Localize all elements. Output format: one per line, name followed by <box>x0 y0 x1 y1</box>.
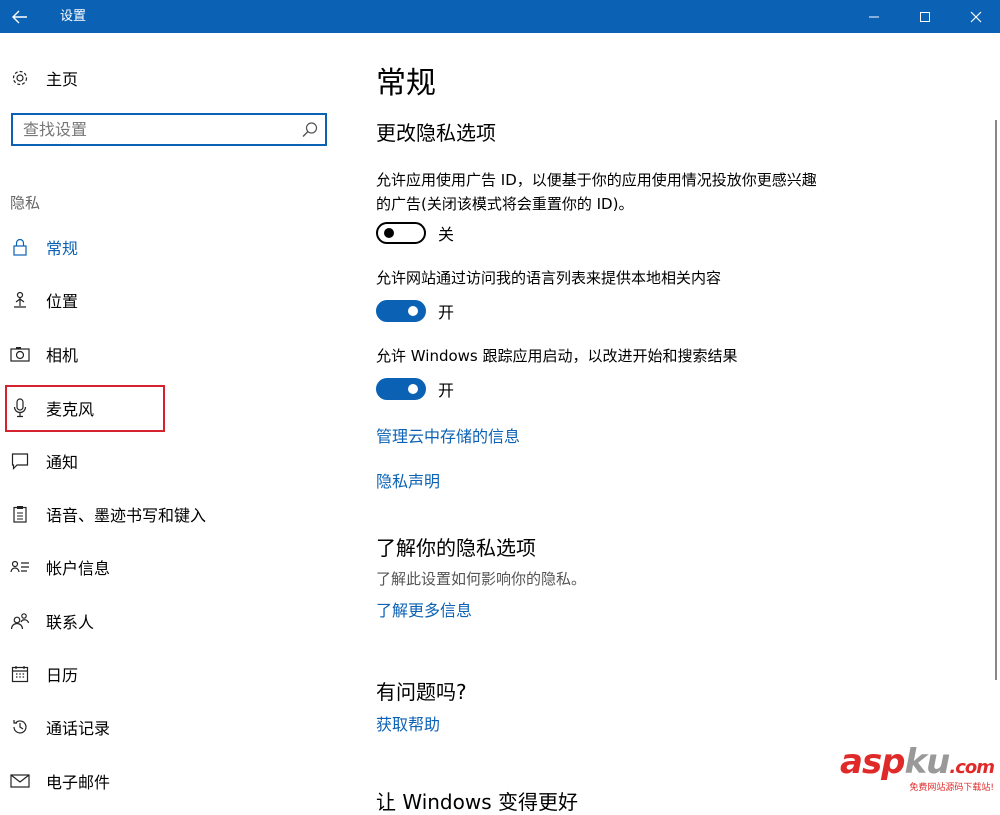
sidebar-item-contacts[interactable]: 联系人 <box>10 605 94 637</box>
watermark-subtext: 免费网站源码下载站! <box>909 783 994 793</box>
sidebar-item-camera[interactable]: 相机 <box>10 338 78 370</box>
maximize-button[interactable] <box>902 0 948 33</box>
manage-cloud-info-link[interactable]: 管理云中存储的信息 <box>376 423 520 447</box>
sidebar-item-label: 位置 <box>46 292 79 311</box>
learn-more-link[interactable]: 了解更多信息 <box>376 597 472 621</box>
language-list-toggle[interactable] <box>376 300 426 322</box>
sidebar-item-call-history[interactable]: 通话记录 <box>10 711 110 743</box>
sidebar-item-email[interactable]: 电子邮件 <box>10 765 110 797</box>
sidebar-item-label: 电子邮件 <box>46 773 111 792</box>
sidebar-item-general[interactable]: 常规 <box>10 231 78 263</box>
gear-icon <box>10 68 30 88</box>
know-privacy-text: 了解此设置如何影响你的隐私。 <box>376 570 587 588</box>
clipboard-icon <box>10 504 30 524</box>
sidebar-item-label: 相机 <box>46 346 79 365</box>
sidebar-item-notifications[interactable]: 通知 <box>10 445 78 477</box>
account-info-icon <box>10 557 30 577</box>
sidebar-item-label: 通话记录 <box>46 719 111 738</box>
section-heading-feedback-partial: 让 Windows 变得更好 <box>376 790 578 814</box>
setting-description-advertising-id: 允许应用使用广告 ID，以便基于你的应用使用情况投放你更感兴趣 的广告(关闭该模… <box>376 171 817 213</box>
setting-description-language-list: 允许网站通过访问我的语言列表来提供本地相关内容 <box>376 269 722 287</box>
section-heading-privacy-options: 更改隐私选项 <box>376 121 496 145</box>
page-title: 常规 <box>376 66 436 101</box>
scrollbar-thumb[interactable] <box>995 120 997 680</box>
search-icon[interactable] <box>301 121 319 139</box>
toggle-row-language-list: 开 <box>376 299 454 323</box>
back-arrow-icon <box>12 10 27 23</box>
section-header-privacy: 隐私 <box>10 194 41 212</box>
title-bar: 设置 <box>0 0 1000 33</box>
lock-icon <box>10 237 30 257</box>
sidebar-item-account-info[interactable]: 帐户信息 <box>10 551 110 583</box>
location-person-icon <box>10 290 30 310</box>
notification-icon <box>10 451 30 471</box>
section-heading-questions: 有问题吗? <box>376 680 467 704</box>
nav-home-label: 主页 <box>46 70 79 89</box>
highlight-box <box>5 385 165 432</box>
close-button[interactable] <box>953 0 999 33</box>
section-heading-know-privacy: 了解你的隐私选项 <box>376 536 536 560</box>
sidebar-item-location[interactable]: 位置 <box>10 284 78 316</box>
sidebar-item-label: 通知 <box>46 453 79 472</box>
call-history-icon <box>10 717 30 737</box>
back-button[interactable] <box>0 0 40 33</box>
toggle-knob <box>408 306 418 316</box>
close-icon <box>970 11 982 22</box>
sidebar-item-label: 日历 <box>46 666 79 685</box>
toggle-state-label: 关 <box>438 225 455 244</box>
toggle-row-app-launch-tracking: 开 <box>376 377 454 401</box>
search-box[interactable] <box>11 113 327 146</box>
email-icon <box>10 771 30 791</box>
sidebar-item-label: 语音、墨迹书写和键入 <box>46 506 207 525</box>
watermark-text: aspku.com <box>840 742 995 782</box>
toggle-knob <box>384 228 394 238</box>
contacts-icon <box>10 611 30 631</box>
sidebar-item-label: 联系人 <box>46 613 95 632</box>
app-launch-tracking-toggle[interactable] <box>376 378 426 400</box>
watermark-logo: aspku.com 免费网站源码下载站! <box>828 742 998 797</box>
setting-description-app-launch-tracking: 允许 Windows 跟踪应用启动，以改进开始和搜索结果 <box>376 347 738 365</box>
sidebar-item-speech-inking[interactable]: 语音、墨迹书写和键入 <box>10 498 206 530</box>
maximize-icon <box>920 11 930 22</box>
sidebar-item-label: 帐户信息 <box>46 559 111 578</box>
privacy-statement-link[interactable]: 隐私声明 <box>376 468 440 492</box>
camera-icon <box>10 344 30 364</box>
toggle-state-label: 开 <box>438 303 455 322</box>
nav-home[interactable]: 主页 <box>10 62 78 94</box>
advertising-id-toggle[interactable] <box>376 222 426 244</box>
sidebar-item-label: 常规 <box>46 239 79 258</box>
toggle-knob <box>408 384 418 394</box>
get-help-link[interactable]: 获取帮助 <box>376 711 440 735</box>
toggle-state-label: 开 <box>438 381 455 400</box>
search-input[interactable] <box>23 115 293 144</box>
sidebar-item-calendar[interactable]: 日历 <box>10 658 78 690</box>
toggle-row-advertising-id: 关 <box>376 221 454 245</box>
minimize-icon <box>869 16 879 17</box>
calendar-icon <box>10 664 30 684</box>
minimize-button[interactable] <box>851 0 897 33</box>
window-title: 设置 <box>60 9 87 24</box>
